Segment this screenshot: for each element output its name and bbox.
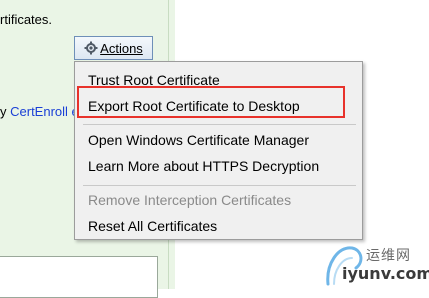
highlight-box xyxy=(77,86,345,118)
watermark: 运维网 iyunv.com xyxy=(322,240,429,289)
bottom-panel-box xyxy=(0,256,158,298)
actions-label: Actions xyxy=(100,40,143,56)
menu-item-open-cert-manager[interactable]: Open Windows Certificate Manager xyxy=(88,129,309,151)
watermark-bottom-text: iyunv.com xyxy=(342,264,429,283)
menu-item-learn-https[interactable]: Learn More about HTTPS Decryption xyxy=(88,155,319,177)
certenroll-link[interactable]: CertEnroll e xyxy=(10,104,79,119)
menu-item-reset-all[interactable]: Reset All Certificates xyxy=(88,215,217,237)
menu-item-remove-interception: Remove Interception Certificates xyxy=(88,192,292,208)
gear-icon xyxy=(84,41,98,55)
link-prefix: y xyxy=(0,104,11,119)
menu-separator xyxy=(83,124,356,125)
actions-button[interactable]: Actions xyxy=(74,36,153,60)
watermark-top-text: 运维网 xyxy=(366,248,411,264)
panel-link-line: y CertEnroll e xyxy=(0,104,79,119)
panel-text: rtificates. xyxy=(0,12,53,27)
menu-separator xyxy=(83,185,356,186)
